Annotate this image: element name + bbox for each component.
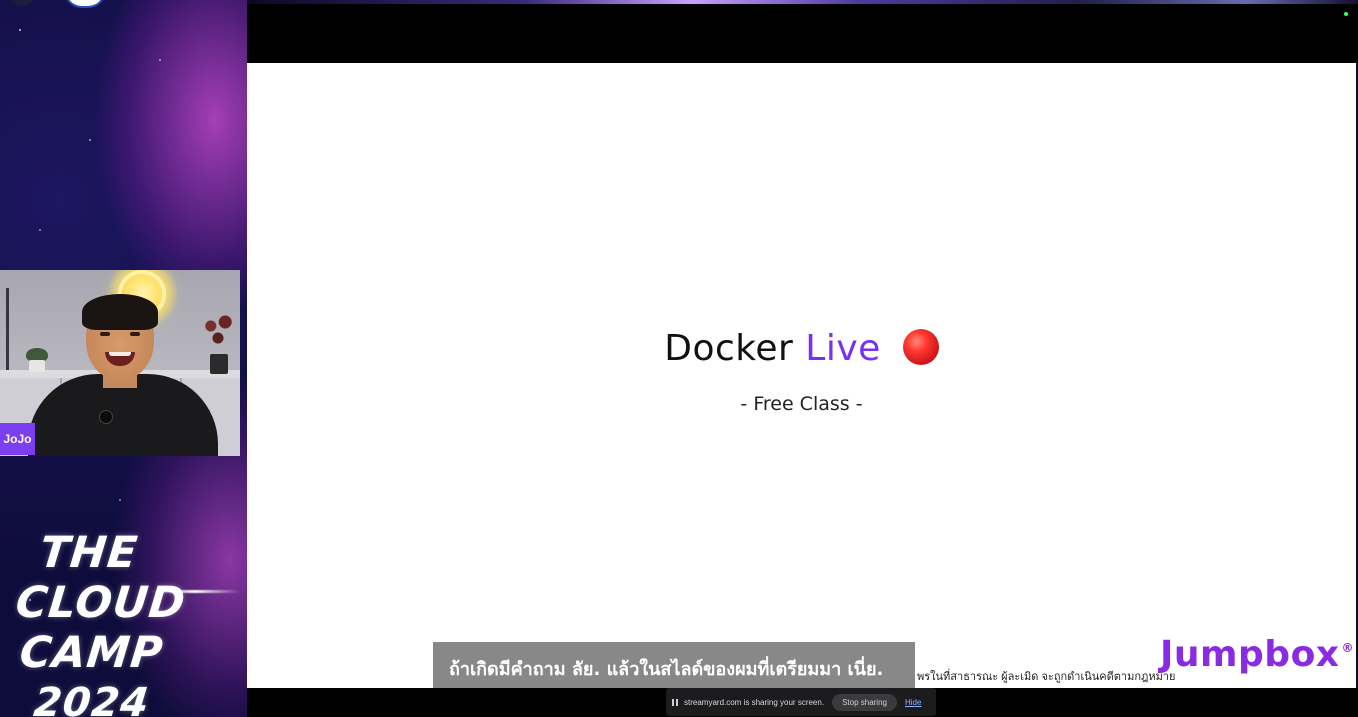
facebook-avatar-icon xyxy=(64,0,106,8)
red-circle-icon xyxy=(902,329,939,365)
brand-name: Jumpbox xyxy=(1160,634,1340,675)
pause-icon[interactable] xyxy=(672,698,678,706)
overlay-avatar-icon xyxy=(8,0,36,6)
presentation-slide: Docker Live - Free Class - พรในที่สาธารณ… xyxy=(247,63,1356,688)
presenter-name-tag: JoJo xyxy=(0,423,35,455)
presenter-eye xyxy=(130,332,140,336)
plant-icon xyxy=(26,348,48,372)
event-logo-line: 2024 xyxy=(31,680,152,717)
screen-letterbox-top xyxy=(247,0,1358,63)
presenter-camera-feed xyxy=(0,270,240,456)
screen-share-bar: streamyard.com is sharing your screen. S… xyxy=(666,688,936,716)
event-logo: THE CLOUD CAMP 2024 xyxy=(12,528,232,717)
logo-flare xyxy=(150,590,240,593)
live-caption: ถ้าเกิดมีคำถาม ลัย. แล้วในสไลด์ของผมที่เ… xyxy=(433,642,915,688)
presenter-hair xyxy=(82,294,158,330)
stop-sharing-button[interactable]: Stop sharing xyxy=(832,693,897,711)
event-logo-line: CLOUD xyxy=(13,578,189,628)
lapel-mic-icon xyxy=(99,410,113,424)
slide-disclaimer: พรในที่สาธารณะ ผู้ละเมิด จะถูกดำเนินคดีต… xyxy=(917,671,1176,683)
jumpbox-logo: Jumpbox ® xyxy=(1160,634,1354,675)
event-logo-line: THE xyxy=(37,528,141,578)
event-logo-line: CAMP xyxy=(17,628,166,678)
share-status-text: streamyard.com is sharing your screen. xyxy=(684,697,825,707)
hide-link[interactable]: Hide xyxy=(905,698,921,707)
screen-top-glow xyxy=(247,0,1358,4)
slide-title: Docker Live xyxy=(247,328,1356,369)
bonsai-plant-icon xyxy=(196,310,240,374)
registered-mark: ® xyxy=(1341,641,1355,655)
status-dot-icon xyxy=(1344,12,1348,16)
slide-title-highlight: Live xyxy=(805,328,881,369)
presenter-eye xyxy=(100,332,110,336)
slide-subtitle: - Free Class - xyxy=(740,393,863,415)
stream-side-panel: JoJo THE CLOUD CAMP 2024 xyxy=(0,0,247,717)
slide-title-prefix: Docker xyxy=(664,328,794,369)
